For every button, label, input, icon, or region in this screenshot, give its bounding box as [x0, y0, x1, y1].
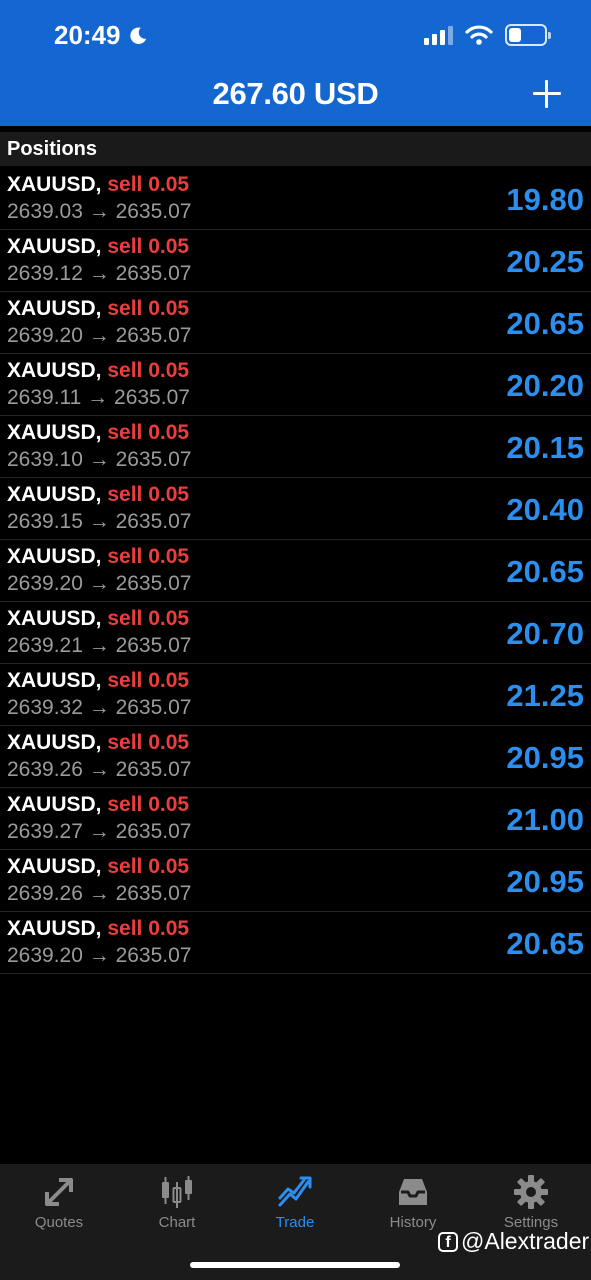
position-profit: 21.00: [506, 802, 584, 837]
position-prices: 2639.11 → 2635.07: [7, 386, 190, 409]
position-profit: 20.15: [506, 430, 584, 465]
position-side: sell 0.05: [107, 173, 190, 196]
position-row[interactable]: XAUUSD, sell 0.05 2639.20 → 2635.07 20.6…: [0, 912, 591, 974]
position-side: sell 0.05: [107, 359, 190, 382]
tab-settings[interactable]: Settings: [472, 1164, 590, 1234]
history-icon: [399, 1179, 427, 1205]
position-symbol: XAUUSD,: [7, 545, 102, 568]
position-side: sell 0.05: [107, 421, 190, 444]
position-symbol: XAUUSD,: [7, 855, 102, 878]
position-row[interactable]: XAUUSD, sell 0.05 2639.32 → 2635.07 21.2…: [0, 664, 591, 726]
add-order-button[interactable]: [533, 80, 561, 108]
trade-icon: [278, 1176, 312, 1207]
account-balance: 267.60 USD: [212, 76, 379, 111]
position-symbol: XAUUSD,: [7, 173, 102, 196]
position-profit: 20.65: [506, 926, 584, 961]
section-title: Positions: [7, 138, 98, 160]
position-prices: 2639.26 → 2635.07: [7, 882, 192, 905]
position-profit: 20.70: [506, 616, 584, 651]
position-profit: 19.80: [506, 182, 584, 217]
tab-chart[interactable]: Chart: [118, 1164, 236, 1234]
moon-icon: [129, 26, 146, 44]
status-icons: [424, 24, 551, 46]
position-prices: 2639.26 → 2635.07: [7, 758, 192, 781]
position-row[interactable]: XAUUSD, sell 0.05 2639.03 → 2635.07 19.8…: [0, 168, 591, 230]
position-profit: 21.25: [506, 678, 584, 713]
position-prices: 2639.21 → 2635.07: [7, 634, 192, 657]
position-row[interactable]: XAUUSD, sell 0.05 2639.26 → 2635.07 20.9…: [0, 726, 591, 788]
position-side: sell 0.05: [107, 855, 190, 878]
tab-trade[interactable]: Trade: [236, 1164, 354, 1234]
watermark-text: @Alextrader: [461, 1228, 590, 1254]
position-symbol: XAUUSD,: [7, 359, 102, 382]
position-profit: 20.20: [506, 368, 584, 403]
facebook-icon: f: [438, 1231, 458, 1252]
status-time-label: 20:49: [54, 20, 121, 50]
home-indicator[interactable]: [190, 1262, 400, 1268]
position-prices: 2639.32 → 2635.07: [7, 696, 192, 719]
position-row[interactable]: XAUUSD, sell 0.05 2639.20 → 2635.07 20.6…: [0, 292, 591, 354]
settings-icon: [514, 1175, 548, 1209]
position-prices: 2639.15 → 2635.07: [7, 510, 192, 533]
position-row[interactable]: XAUUSD, sell 0.05 2639.26 → 2635.07 20.9…: [0, 850, 591, 912]
position-profit: 20.65: [506, 306, 584, 341]
chart-icon: [162, 1176, 192, 1208]
position-prices: 2639.12 → 2635.07: [7, 262, 192, 285]
position-side: sell 0.05: [107, 545, 190, 568]
position-row[interactable]: XAUUSD, sell 0.05 2639.11 → 2635.07 20.2…: [0, 354, 591, 416]
tab-label: Chart: [158, 1214, 196, 1231]
position-prices: 2639.27 → 2635.07: [7, 820, 192, 843]
position-symbol: XAUUSD,: [7, 483, 102, 506]
position-symbol: XAUUSD,: [7, 917, 102, 940]
header-bar: 20:49 267.60 USD: [0, 0, 591, 126]
position-prices: 2639.20 → 2635.07: [7, 572, 192, 595]
position-symbol: XAUUSD,: [7, 731, 102, 754]
position-row[interactable]: XAUUSD, sell 0.05 2639.15 → 2635.07 20.4…: [0, 478, 591, 540]
position-prices: 2639.10 → 2635.07: [7, 448, 192, 471]
position-side: sell 0.05: [107, 607, 190, 630]
tab-label: Quotes: [34, 1214, 84, 1231]
tab-history[interactable]: History: [354, 1164, 472, 1234]
cellular-signal-icon: [424, 25, 453, 45]
position-symbol: XAUUSD,: [7, 669, 102, 692]
position-symbol: XAUUSD,: [7, 607, 102, 630]
position-prices: 2639.20 → 2635.07: [7, 944, 192, 967]
positions-list: XAUUSD, sell 0.05 2639.03 → 2635.07 19.8…: [0, 168, 591, 974]
position-side: sell 0.05: [107, 731, 190, 754]
position-side: sell 0.05: [107, 297, 190, 320]
position-symbol: XAUUSD,: [7, 793, 102, 816]
position-prices: 2639.03 → 2635.07: [7, 200, 192, 223]
position-row[interactable]: XAUUSD, sell 0.05 2639.20 → 2635.07 20.6…: [0, 540, 591, 602]
position-symbol: XAUUSD,: [7, 235, 102, 258]
position-row[interactable]: XAUUSD, sell 0.05 2639.21 → 2635.07 20.7…: [0, 602, 591, 664]
status-time: 20:49: [54, 20, 149, 51]
position-profit: 20.65: [506, 554, 584, 589]
position-prices: 2639.20 → 2635.07: [7, 324, 192, 347]
position-profit: 20.25: [506, 244, 584, 279]
position-profit: 20.40: [506, 492, 584, 527]
position-side: sell 0.05: [107, 235, 190, 258]
position-symbol: XAUUSD,: [7, 421, 102, 444]
tab-quotes[interactable]: Quotes: [0, 1164, 118, 1234]
position-row[interactable]: XAUUSD, sell 0.05 2639.27 → 2635.07 21.0…: [0, 788, 591, 850]
positions-section-header: Positions: [0, 132, 591, 166]
quotes-icon: [45, 1178, 73, 1206]
position-symbol: XAUUSD,: [7, 297, 102, 320]
position-side: sell 0.05: [107, 793, 190, 816]
position-row[interactable]: XAUUSD, sell 0.05 2639.10 → 2635.07 20.1…: [0, 416, 591, 478]
position-side: sell 0.05: [107, 669, 190, 692]
position-side: sell 0.05: [107, 917, 190, 940]
position-side: sell 0.05: [107, 483, 190, 506]
battery-icon: [505, 24, 551, 46]
tab-label: Trade: [275, 1214, 315, 1231]
position-row[interactable]: XAUUSD, sell 0.05 2639.12 → 2635.07 20.2…: [0, 230, 591, 292]
watermark: f @Alextrader: [438, 1228, 589, 1255]
position-profit: 20.95: [506, 740, 584, 775]
wifi-icon: [465, 25, 493, 45]
position-profit: 20.95: [506, 864, 584, 899]
